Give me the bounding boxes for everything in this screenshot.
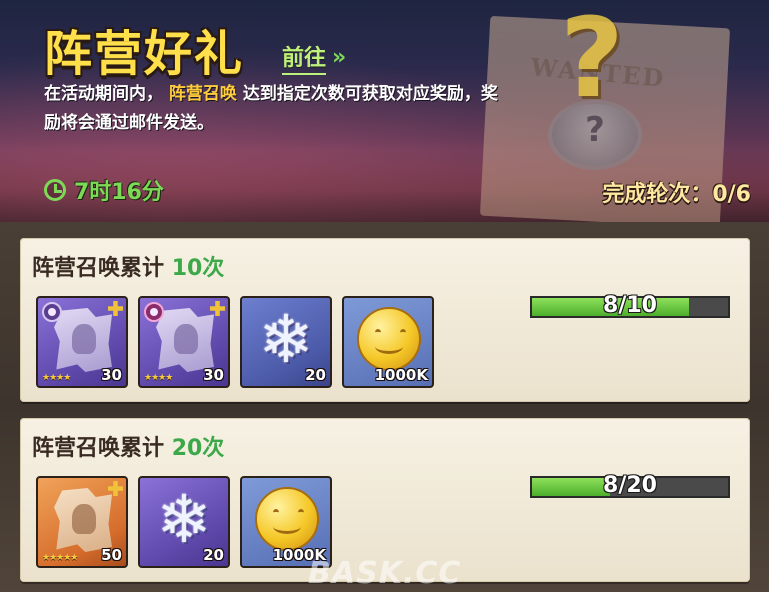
dark-faction-icon	[144, 302, 164, 322]
reward-item[interactable]: ❄ 20	[240, 296, 332, 388]
reward-item[interactable]: ❄ 20	[138, 476, 230, 568]
desc-text-1: 在活动期间内，	[44, 84, 163, 104]
chevron-right-icon: »	[332, 45, 346, 70]
mystery-orb-icon	[548, 100, 642, 170]
page-title: 阵营好礼	[44, 26, 245, 82]
goto-button[interactable]: 前往 »	[282, 40, 346, 75]
reward-list: ★★★★ 30 ★★★★ 30 ❄ 20 1000K	[36, 296, 434, 388]
countdown-timer: 7时16分	[44, 174, 164, 206]
task-title: 阵营召唤累计 10次	[32, 250, 224, 282]
rounds-progress: 完成轮次：0/6	[602, 182, 751, 207]
reward-item[interactable]: ★★★★★ 50	[36, 476, 128, 568]
puzzle-piece-icon	[210, 301, 225, 316]
star-rating: ★★★★	[42, 373, 71, 383]
reward-list: ★★★★★ 50 ❄ 20 1000K	[36, 476, 332, 568]
site-watermark: BASK.CC	[308, 556, 462, 591]
task-title-text: 阵营召唤累计	[32, 436, 165, 461]
task-title: 阵营召唤累计 20次	[32, 430, 224, 462]
desc-highlight: 阵营召唤	[168, 84, 237, 104]
hero-silhouette-icon	[174, 324, 198, 354]
task-count: 20次	[171, 436, 225, 461]
gold-coin-icon	[255, 487, 319, 551]
task-progress-text: 8/20	[603, 473, 657, 498]
gold-coin-icon	[357, 307, 421, 371]
hero-silhouette-icon	[72, 504, 96, 534]
task-count: 10次	[171, 256, 225, 281]
reward-item[interactable]: 1000K	[342, 296, 434, 388]
task-progress-text: 8/10	[603, 293, 657, 318]
reward-quantity: 1000K	[374, 366, 428, 384]
light-faction-icon	[42, 302, 62, 322]
reward-item[interactable]: 1000K	[240, 476, 332, 568]
reward-quantity: 30	[203, 366, 224, 384]
puzzle-piece-icon	[108, 301, 123, 316]
reward-item[interactable]: ★★★★ 30	[36, 296, 128, 388]
star-rating: ★★★★★	[42, 553, 78, 563]
clock-icon	[44, 179, 66, 201]
event-description: 在活动期间内， 阵营召唤 达到指定次数可获取对应奖励，奖励将会通过邮件发送。	[44, 80, 514, 138]
hero-silhouette-icon	[72, 324, 96, 354]
reward-quantity: 50	[101, 546, 122, 564]
coin-face	[400, 329, 406, 336]
reward-quantity: 30	[101, 366, 122, 384]
puzzle-piece-icon	[108, 481, 123, 496]
reward-quantity: 20	[203, 546, 224, 564]
reward-quantity: 20	[305, 366, 326, 384]
timer-text: 7时16分	[74, 180, 164, 205]
task-title-text: 阵营召唤累计	[32, 256, 165, 281]
task-card: 阵营召唤累计 10次 ★★★★ 30 ★★★★ 30 ❄ 20 1000K 8/…	[20, 238, 750, 402]
goto-label: 前往	[282, 40, 327, 75]
coin-face	[298, 509, 304, 516]
star-rating: ★★★★	[144, 373, 173, 383]
task-progress-bar: 8/10	[530, 293, 730, 318]
task-progress-bar: 8/20	[530, 473, 730, 498]
event-header: WANTED ? 阵营好礼 前往 » 在活动期间内， 阵营召唤 达到指定次数可获…	[0, 0, 769, 222]
reward-item[interactable]: ★★★★ 30	[138, 296, 230, 388]
